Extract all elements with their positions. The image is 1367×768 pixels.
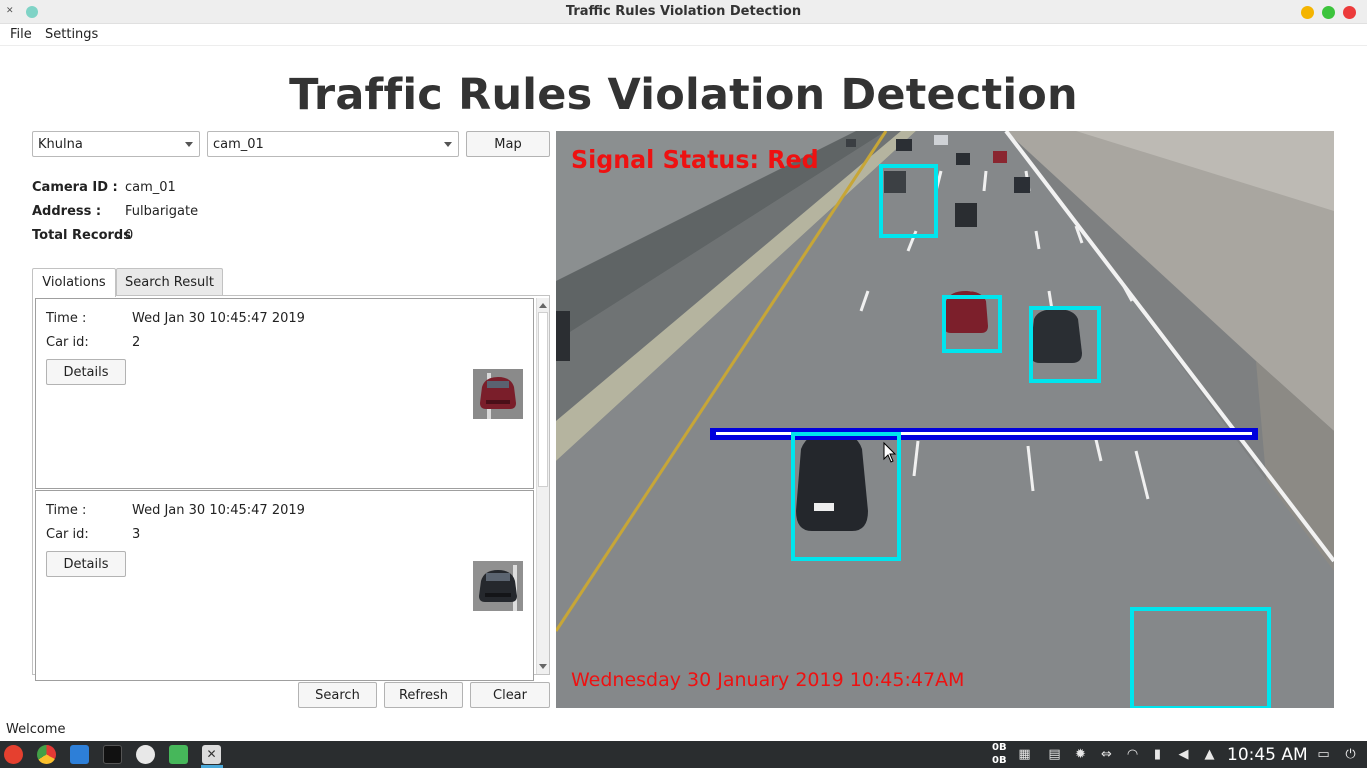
violation-record: Time : Wed Jan 30 10:45:47 2019 Car id: … xyxy=(35,490,534,681)
address-label: Address : xyxy=(32,204,102,219)
camera-select-value: cam_01 xyxy=(213,137,264,152)
violations-list: Time : Wed Jan 30 10:45:47 2019 Car id: … xyxy=(35,298,534,681)
terminal-icon[interactable] xyxy=(103,745,122,764)
network-arrows-icon[interactable]: ⇔ xyxy=(1099,747,1114,762)
file-manager-icon[interactable] xyxy=(70,745,89,764)
keyboard-icon[interactable]: ▦ xyxy=(1017,747,1032,762)
app-launcher-icon[interactable] xyxy=(4,745,23,764)
camera-id-value: cam_01 xyxy=(125,180,176,195)
time-label: Time : xyxy=(46,503,87,518)
total-records-label: Total Records xyxy=(32,228,131,243)
address-value: Fulbarigate xyxy=(125,204,199,219)
camera-id-label: Camera ID : xyxy=(32,180,118,195)
refresh-button[interactable]: Refresh xyxy=(384,682,463,708)
power-icon[interactable]: ⏻ xyxy=(1343,747,1358,762)
car-thumbnail[interactable] xyxy=(473,561,523,611)
net-upload-value: 0B xyxy=(992,742,1007,753)
menu-settings[interactable]: Settings xyxy=(45,27,98,42)
circle-app-icon[interactable] xyxy=(136,745,155,764)
chrome-icon[interactable] xyxy=(37,745,56,764)
location-select[interactable]: Khulna xyxy=(32,131,200,157)
location-select-value: Khulna xyxy=(38,137,83,152)
timestamp-overlay: Wednesday 30 January 2019 10:45:47AM xyxy=(571,669,965,691)
net-download-value: 0B xyxy=(992,755,1007,766)
gear-icon[interactable]: ✹ xyxy=(1073,747,1088,762)
close-button[interactable] xyxy=(1343,6,1356,19)
maximize-button[interactable] xyxy=(1322,6,1335,19)
camera-select[interactable]: cam_01 xyxy=(207,131,459,157)
car-thumbnail[interactable] xyxy=(473,369,523,419)
tray-expand-icon[interactable]: ▲ xyxy=(1202,747,1217,762)
car-id-value: 2 xyxy=(132,335,141,350)
details-button[interactable]: Details xyxy=(46,359,126,385)
time-value: Wed Jan 30 10:45:47 2019 xyxy=(132,503,305,518)
chevron-down-icon xyxy=(185,142,193,147)
window-title: Traffic Rules Violation Detection xyxy=(565,4,802,19)
scroll-up-icon[interactable] xyxy=(539,303,547,308)
clock[interactable]: 10:45 AM xyxy=(1227,745,1308,765)
camera-feed[interactable]: Signal Status: Red Wednesday 30 January … xyxy=(556,131,1334,708)
search-button[interactable]: Search xyxy=(298,682,377,708)
menu-file[interactable]: File xyxy=(10,27,32,42)
page-heading: Traffic Rules Violation Detection xyxy=(289,70,1078,120)
road-scene xyxy=(556,131,1334,708)
scroll-down-icon[interactable] xyxy=(539,664,547,669)
app-window: ✕ Traffic Rules Violation Detection File… xyxy=(0,0,1367,768)
clear-button[interactable]: Clear xyxy=(470,682,550,708)
violations-pane: Time : Wed Jan 30 10:45:47 2019 Car id: … xyxy=(32,295,550,681)
status-bar-message: Welcome xyxy=(6,722,66,737)
map-button[interactable]: Map xyxy=(466,131,550,157)
time-label: Time : xyxy=(46,311,87,326)
battery-icon[interactable]: ▮ xyxy=(1150,747,1165,762)
minimize-button[interactable] xyxy=(1301,6,1314,19)
clipboard-icon[interactable]: ▤ xyxy=(1047,747,1062,762)
car-id-label: Car id: xyxy=(46,527,89,542)
total-records-value: 0 xyxy=(125,228,134,243)
green-app-icon[interactable] xyxy=(169,745,188,764)
scroll-thumb[interactable] xyxy=(538,312,548,487)
tab-violations[interactable]: Violations xyxy=(32,268,116,297)
chevron-down-icon xyxy=(444,142,452,147)
car-id-value: 3 xyxy=(132,527,141,542)
list-scrollbar[interactable] xyxy=(536,298,549,674)
car-id-label: Car id: xyxy=(46,335,89,350)
notifications-icon[interactable]: ▭ xyxy=(1316,747,1331,762)
violation-record: Time : Wed Jan 30 10:45:47 2019 Car id: … xyxy=(35,298,534,489)
time-value: Wed Jan 30 10:45:47 2019 xyxy=(132,311,305,326)
menu-bar: File Settings xyxy=(0,24,1367,46)
details-button[interactable]: Details xyxy=(46,551,126,577)
volume-icon[interactable]: ◀ xyxy=(1176,747,1191,762)
running-app-icon[interactable]: ✕ xyxy=(202,745,221,764)
title-bar: ✕ Traffic Rules Violation Detection xyxy=(0,0,1367,24)
tab-search-result[interactable]: Search Result xyxy=(116,268,223,296)
signal-status-overlay: Signal Status: Red xyxy=(571,145,819,174)
wifi-icon[interactable]: ◠ xyxy=(1125,747,1140,762)
taskbar: ✕ 0B 0B ▦ ▤ ✹ ⇔ ◠ ▮ ◀ ▲ 10:45 AM ▭ ⏻ xyxy=(0,741,1367,768)
